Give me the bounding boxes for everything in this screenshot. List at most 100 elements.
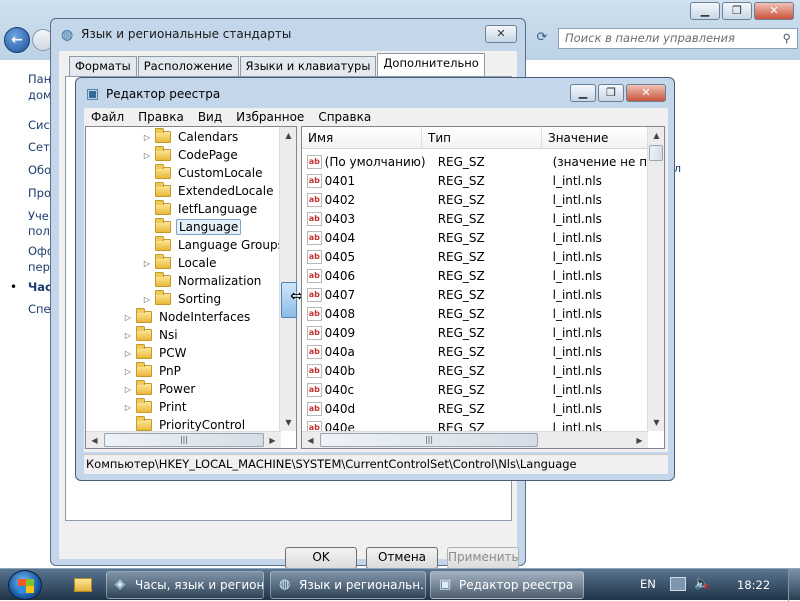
start-button[interactable] (8, 570, 42, 600)
tree-node-label: Normalization (178, 274, 262, 288)
menu-item[interactable]: Правка (131, 110, 191, 124)
column-type-header[interactable]: Тип (422, 127, 542, 149)
registry-value-row[interactable]: ab 0407 REG_SZ l_intl.nls (302, 285, 648, 304)
scroll-up-icon[interactable]: ▲ (280, 127, 296, 144)
tab-1[interactable]: Форматы (69, 56, 137, 76)
menu-item[interactable]: Справка (311, 110, 378, 124)
string-value-icon: ab (307, 192, 322, 207)
tree-node-label: NodeInterfaces (159, 310, 251, 324)
taskbar-button[interactable]: ▣ Редактор реестра (430, 571, 584, 599)
tree-node[interactable]: IetfLanguage (142, 200, 259, 218)
tree-node[interactable]: ▷ PnP (123, 362, 183, 380)
registry-value-row[interactable]: ab 0403 REG_SZ l_intl.nls (302, 209, 648, 228)
registry-editor-window: ▣ Редактор реестра ▁ ❐ ✕ Файл Правка Вид Из… (75, 77, 675, 481)
column-value-header[interactable]: Значение (542, 127, 648, 149)
menu-item[interactable]: Вид (191, 110, 229, 124)
expand-arrow-icon[interactable]: ▷ (142, 295, 152, 304)
tree-node[interactable]: ExtendedLocale (142, 182, 275, 200)
registry-value-row[interactable]: ab 0405 REG_SZ l_intl.nls (302, 247, 648, 266)
apply-button[interactable]: Применить (447, 547, 519, 569)
maximize-button[interactable]: ❐ (722, 2, 752, 20)
tree-node[interactable]: ▷ NodeInterfaces (123, 308, 252, 326)
scroll-down-icon[interactable]: ▼ (648, 414, 664, 431)
ok-button[interactable]: OK (285, 547, 357, 569)
menu-item[interactable]: Избранное (229, 110, 311, 124)
minimize-button[interactable]: ▁ (690, 2, 720, 20)
value-type: REG_SZ (437, 306, 485, 321)
tree-node[interactable]: ▷ Locale (142, 254, 218, 272)
scroll-left-icon[interactable]: ◀ (86, 432, 103, 448)
cancel-button[interactable]: Отмена (366, 547, 438, 569)
tab-4[interactable]: Дополнительно (377, 53, 485, 76)
scroll-thumb[interactable]: ||| (320, 433, 538, 447)
registry-value-row[interactable]: ab 0408 REG_SZ l_intl.nls (302, 304, 648, 323)
volume-muted-icon[interactable]: 🔈 ✕ (694, 576, 710, 593)
registry-value-row[interactable]: ab 0404 REG_SZ l_intl.nls (302, 228, 648, 247)
tree-node[interactable]: Language Groups (142, 236, 286, 254)
tree-horizontal-scrollbar[interactable]: ◀ ||| ▶ (86, 431, 281, 448)
expand-arrow-icon[interactable]: ▷ (123, 349, 133, 358)
tab-3[interactable]: Языки и клавиатуры (239, 56, 377, 76)
registry-value-row[interactable]: ab 0406 REG_SZ l_intl.nls (302, 266, 648, 285)
list-vertical-scrollbar[interactable]: ▲ ▼ (647, 127, 664, 431)
tree-node[interactable]: Normalization (142, 272, 263, 290)
registry-value-row[interactable]: ab 040a REG_SZ l_intl.nls (302, 342, 648, 361)
menu-item[interactable]: Файл (84, 110, 131, 124)
scroll-down-icon[interactable]: ▼ (280, 414, 296, 431)
clock[interactable]: 18:22 (737, 578, 770, 592)
minimize-button[interactable]: ▁ (570, 84, 596, 102)
expand-arrow-icon[interactable]: ▷ (123, 313, 133, 322)
tree-node[interactable]: Language (142, 218, 242, 236)
expand-arrow-icon[interactable]: ▷ (123, 403, 133, 412)
expand-arrow-icon[interactable]: ▷ (142, 133, 152, 142)
back-button[interactable]: ← (4, 27, 30, 53)
list-horizontal-scrollbar[interactable]: ◀ ||| ▶ (302, 431, 648, 448)
value-type: REG_SZ (437, 192, 485, 207)
scroll-right-icon[interactable]: ▶ (264, 432, 281, 448)
tree-node[interactable]: ▷ Print (123, 398, 189, 416)
scroll-left-icon[interactable]: ◀ (302, 432, 319, 448)
search-input[interactable]: Поиск в панели управления ⚲ (558, 28, 798, 49)
network-icon[interactable] (670, 577, 686, 591)
tree-vertical-scrollbar[interactable]: ▲ ▼ (279, 127, 296, 431)
show-desktop-button[interactable] (788, 569, 800, 601)
expand-arrow-icon[interactable]: ▷ (142, 151, 152, 160)
tree-node[interactable]: ▷ CodePage (142, 146, 240, 164)
maximize-button[interactable]: ❐ (598, 84, 624, 102)
explorer-pinned-button[interactable] (66, 571, 100, 599)
values-list[interactable]: Имя Тип Значение ab (По умолчанию) REG_SZ(… (301, 126, 665, 449)
language-indicator[interactable]: EN (640, 577, 656, 591)
registry-value-row[interactable]: ab 0401 REG_SZ l_intl.nls (302, 171, 648, 190)
tree-node[interactable]: ▷ Power (123, 380, 197, 398)
scroll-right-icon[interactable]: ▶ (631, 432, 648, 448)
tree-node[interactable]: ▷ Sorting (142, 290, 223, 308)
close-button[interactable]: ✕ (626, 84, 666, 102)
string-value-icon: ab (307, 306, 322, 321)
key-tree[interactable]: ▷ Calendars ▷ CodePage CustomLocale ExtendedL… (85, 126, 297, 449)
registry-value-row[interactable]: ab 0402 REG_SZ l_intl.nls (302, 190, 648, 209)
registry-value-row[interactable]: ab 040d REG_SZ l_intl.nls (302, 399, 648, 418)
expand-arrow-icon[interactable]: ▷ (142, 259, 152, 268)
close-button[interactable]: ✕ (754, 2, 794, 20)
registry-value-row[interactable]: ab 040c REG_SZ l_intl.nls (302, 380, 648, 399)
tree-node[interactable]: ▷ PCW (123, 344, 188, 362)
value-data: l_intl.nls (552, 173, 602, 188)
tree-node[interactable]: ▷ Nsi (123, 326, 180, 344)
registry-value-row[interactable]: ab 040b REG_SZ l_intl.nls (302, 361, 648, 380)
scroll-thumb[interactable] (649, 145, 663, 161)
scroll-thumb[interactable]: ||| (104, 433, 264, 447)
tree-node[interactable]: ▷ Calendars (142, 128, 240, 146)
dialog-close-button[interactable]: ✕ (485, 25, 517, 43)
scroll-up-icon[interactable]: ▲ (648, 127, 664, 144)
refresh-icon[interactable]: ⟳ (532, 30, 552, 48)
registry-value-row[interactable]: ab 0409 REG_SZ l_intl.nls (302, 323, 648, 342)
taskbar-button[interactable]: ◈ Часы, язык и регион (106, 571, 264, 599)
expand-arrow-icon[interactable]: ▷ (123, 331, 133, 340)
taskbar-button[interactable]: ◍ Язык и региональн... (270, 571, 426, 599)
tree-node[interactable]: CustomLocale (142, 164, 264, 182)
expand-arrow-icon[interactable]: ▷ (123, 367, 133, 376)
registry-value-row[interactable]: ab(По умолчанию) REG_SZ (значение не присв… (302, 152, 648, 171)
expand-arrow-icon[interactable]: ▷ (123, 385, 133, 394)
column-name-header[interactable]: Имя (302, 127, 422, 149)
tab-2[interactable]: Расположение (137, 56, 239, 76)
